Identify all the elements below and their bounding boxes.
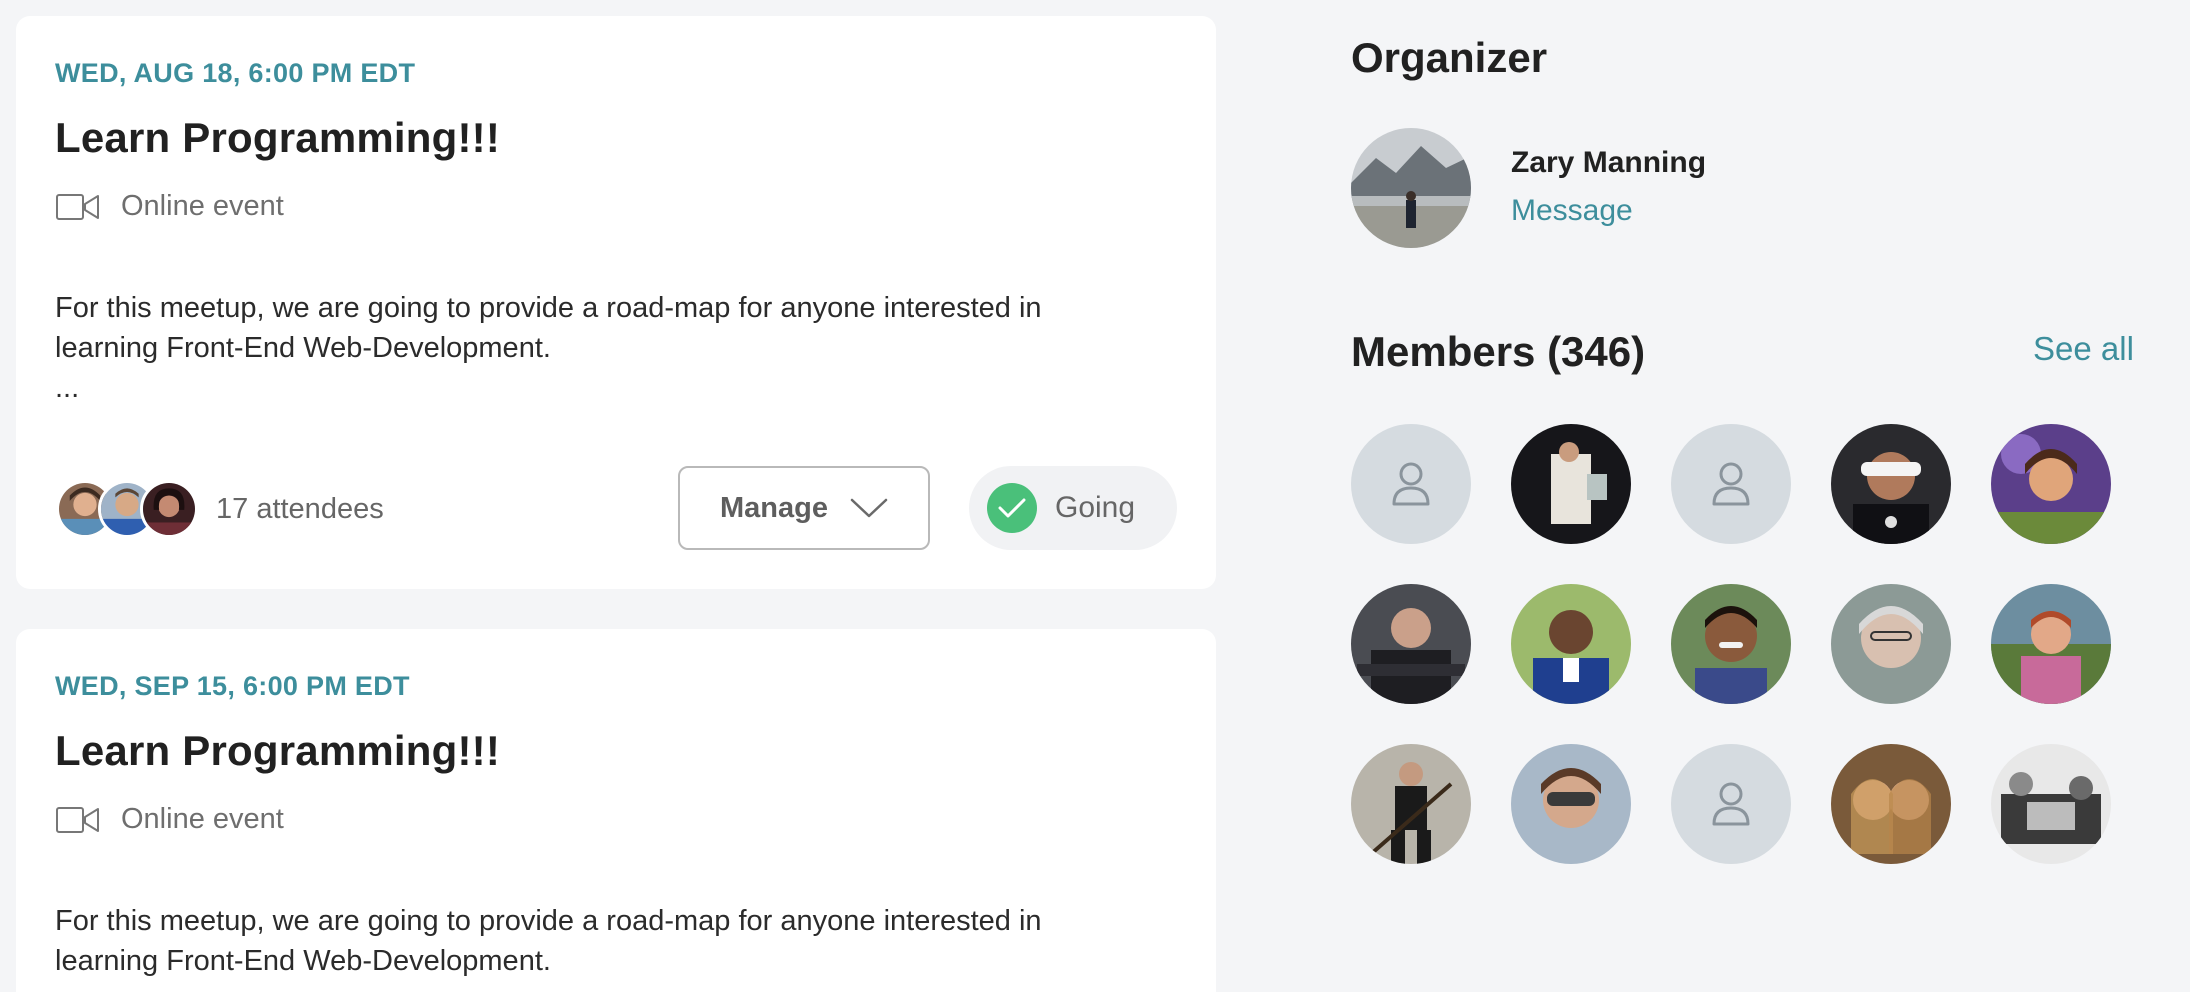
attendee-avatar — [140, 480, 198, 538]
event-description: For this meetup, we are going to provide… — [55, 901, 1135, 981]
event-location: Online event — [55, 190, 284, 223]
going-label: Going — [1055, 491, 1136, 524]
members-heading: Members (346) — [1351, 328, 1646, 375]
member-avatar[interactable] — [1351, 744, 1471, 864]
attendee-list[interactable]: 17 attendees — [56, 480, 384, 538]
member-avatar[interactable] — [1511, 424, 1631, 544]
member-avatar[interactable] — [1991, 584, 2111, 704]
attendee-count: 17 attendees — [216, 492, 384, 525]
video-camera-icon — [56, 193, 99, 220]
check-icon — [987, 483, 1037, 533]
organizer-heading: Organizer — [1351, 34, 1548, 81]
page: WED, AUG 18, 6:00 PM EDT Learn Programmi… — [0, 0, 2190, 992]
video-camera-icon — [56, 806, 99, 833]
member-avatar-placeholder[interactable] — [1671, 744, 1791, 864]
member-avatar[interactable] — [1511, 584, 1631, 704]
members-grid — [1351, 424, 2111, 864]
event-date: WED, AUG 18, 6:00 PM EDT — [55, 58, 416, 88]
event-description-text: For this meetup, we are going to provide… — [55, 292, 1042, 364]
event-date: WED, SEP 15, 6:00 PM EDT — [55, 671, 410, 701]
event-title[interactable]: Learn Programming!!! — [55, 114, 500, 162]
event-title[interactable]: Learn Programming!!! — [55, 727, 500, 775]
member-avatar[interactable] — [1831, 424, 1951, 544]
organizer-avatar[interactable] — [1351, 128, 1471, 248]
event-description: For this meetup, we are going to provide… — [55, 288, 1135, 408]
manage-button-label: Manage — [720, 491, 828, 524]
member-avatar[interactable] — [1351, 584, 1471, 704]
event-location: Online event — [55, 803, 284, 836]
member-avatar[interactable] — [1831, 744, 1951, 864]
event-location-label: Online event — [121, 190, 284, 222]
person-icon — [1671, 424, 1791, 544]
manage-button[interactable]: Manage — [678, 466, 930, 550]
member-avatar-placeholder[interactable] — [1671, 424, 1791, 544]
event-location-label: Online event — [121, 803, 284, 835]
member-avatar[interactable] — [1511, 744, 1631, 864]
event-description-text: For this meetup, we are going to provide… — [55, 905, 1042, 977]
event-card[interactable]: WED, SEP 15, 6:00 PM EDT Learn Programmi… — [16, 629, 1216, 992]
member-avatar[interactable] — [1991, 744, 2111, 864]
chevron-down-icon — [850, 498, 888, 518]
member-avatar[interactable] — [1831, 584, 1951, 704]
see-all-members-link[interactable]: See all — [2033, 330, 2134, 368]
person-icon — [1351, 424, 1471, 544]
going-status-button[interactable]: Going — [969, 466, 1177, 550]
person-icon — [1671, 744, 1791, 864]
event-card[interactable]: WED, AUG 18, 6:00 PM EDT Learn Programmi… — [16, 16, 1216, 589]
description-ellipsis: ... — [55, 372, 80, 404]
member-avatar[interactable] — [1991, 424, 2111, 544]
member-avatar-placeholder[interactable] — [1351, 424, 1471, 544]
message-organizer-link[interactable]: Message — [1511, 194, 1633, 228]
organizer-name[interactable]: Zary Manning — [1511, 146, 1706, 180]
member-avatar[interactable] — [1671, 584, 1791, 704]
